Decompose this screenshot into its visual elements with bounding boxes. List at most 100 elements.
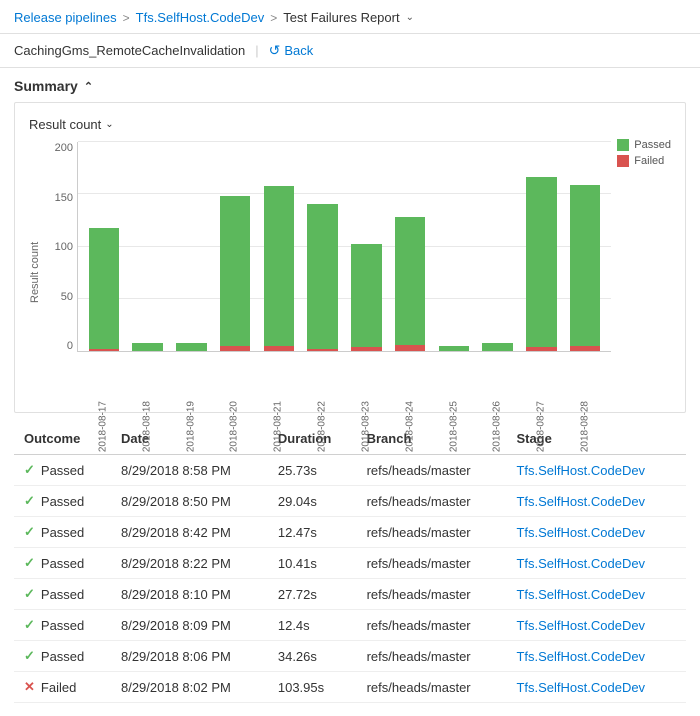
breadcrumb-sep2: > xyxy=(270,11,277,25)
stage-link[interactable]: Tfs.SelfHost.CodeDev xyxy=(516,556,645,571)
x-label-2018-08-22: 2018-08-22 xyxy=(300,401,344,452)
cell-stage[interactable]: Tfs.SelfHost.CodeDev xyxy=(506,486,686,517)
cell-branch: refs/heads/master xyxy=(357,517,507,548)
table-row[interactable]: ✕Failed8/29/2018 8:02 PM103.95srefs/head… xyxy=(14,672,686,703)
cell-outcome: ✓Passed xyxy=(14,486,111,517)
cell-stage[interactable]: Tfs.SelfHost.CodeDev xyxy=(506,548,686,579)
bar-group-2018-08-26[interactable] xyxy=(476,343,520,351)
outcome-label: Passed xyxy=(41,649,84,664)
stage-link[interactable]: Tfs.SelfHost.CodeDev xyxy=(516,649,645,664)
stage-link[interactable]: Tfs.SelfHost.CodeDev xyxy=(516,618,645,633)
stage-link[interactable]: Tfs.SelfHost.CodeDev xyxy=(516,463,645,478)
subheader: CachingGms_RemoteCacheInvalidation | ↺ B… xyxy=(0,34,700,68)
cell-branch: refs/heads/master xyxy=(357,641,507,672)
back-button[interactable]: ↺ Back xyxy=(269,42,314,59)
x-label-2018-08-24: 2018-08-24 xyxy=(388,401,432,452)
check-icon: ✓ xyxy=(24,648,35,664)
cell-stage[interactable]: Tfs.SelfHost.CodeDev xyxy=(506,455,686,486)
summary-title[interactable]: Summary ⌃ xyxy=(14,78,686,94)
cell-duration: 12.4s xyxy=(268,610,357,641)
cell-branch: refs/heads/master xyxy=(357,486,507,517)
table-row[interactable]: ✓Passed8/29/2018 8:58 PM25.73srefs/heads… xyxy=(14,455,686,486)
y-tick-0: 0 xyxy=(47,340,77,352)
cell-outcome: ✓ Passed xyxy=(14,517,111,548)
y-tick-50: 50 xyxy=(47,291,77,303)
y-tick-150: 150 xyxy=(47,192,77,204)
chevron-down-icon[interactable]: ⌄ xyxy=(406,12,414,23)
outcome-label: Passed xyxy=(41,463,84,478)
bar-passed-2018-08-28 xyxy=(570,185,601,346)
cell-duration: 25.73s xyxy=(268,455,357,486)
x-label-2018-08-20: 2018-08-20 xyxy=(212,401,256,452)
cell-stage[interactable]: Tfs.SelfHost.CodeDev xyxy=(506,610,686,641)
table-row[interactable]: ✓Passed8/29/2018 8:50 PM29.04srefs/heads… xyxy=(14,486,686,517)
bar-group-2018-08-18[interactable] xyxy=(126,343,170,351)
cell-stage[interactable]: Tfs.SelfHost.CodeDev xyxy=(506,517,686,548)
table-row[interactable]: ✓Passed8/29/2018 8:09 PM12.4srefs/heads/… xyxy=(14,610,686,641)
x-label-2018-08-27: 2018-08-27 xyxy=(519,401,563,452)
cell-date: 8/29/2018 8:22 PM xyxy=(111,548,268,579)
outcome-label: Passed xyxy=(41,618,84,633)
x-labels: 2018-08-172018-08-182018-08-192018-08-20… xyxy=(77,401,611,452)
bar-group-2018-08-22[interactable] xyxy=(301,204,345,351)
cell-stage[interactable]: Tfs.SelfHost.CodeDev xyxy=(506,672,686,703)
bar-group-2018-08-17[interactable] xyxy=(82,228,126,351)
chart-container: Result count ⌄ Passed Failed Result coun… xyxy=(14,102,686,413)
stage-link[interactable]: Tfs.SelfHost.CodeDev xyxy=(516,680,645,695)
table-row[interactable]: ✓Passed8/29/2018 8:42 PM12.47srefs/heads… xyxy=(14,517,686,548)
breadcrumb-codedev[interactable]: Tfs.SelfHost.CodeDev xyxy=(136,10,265,25)
x-label-2018-08-21: 2018-08-21 xyxy=(256,401,300,452)
bar-group-2018-08-21[interactable] xyxy=(257,186,301,351)
x-label-2018-08-25: 2018-08-25 xyxy=(432,401,476,452)
bar-group-2018-08-23[interactable] xyxy=(345,244,389,351)
outcome-label: Passed xyxy=(41,525,84,540)
outcome-label: Passed xyxy=(41,494,84,509)
bar-group-2018-08-20[interactable] xyxy=(213,196,257,351)
cell-date: 8/29/2018 8:02 PM xyxy=(111,672,268,703)
table-row[interactable]: ✓Passed8/29/2018 8:06 PM34.26srefs/heads… xyxy=(14,641,686,672)
bar-group-2018-08-19[interactable] xyxy=(170,343,214,351)
bar-group-2018-08-28[interactable] xyxy=(563,185,607,351)
bar-group-2018-08-25[interactable] xyxy=(432,346,476,351)
collapse-icon: ⌃ xyxy=(84,80,93,93)
bars-row xyxy=(78,142,611,351)
stage-link[interactable]: Tfs.SelfHost.CodeDev xyxy=(516,587,645,602)
y-tick-200: 200 xyxy=(47,142,77,154)
outcome-label: Passed xyxy=(41,556,84,571)
bar-failed-2018-08-28 xyxy=(570,346,601,351)
chart-title[interactable]: Result count ⌄ xyxy=(29,117,671,132)
cell-stage[interactable]: Tfs.SelfHost.CodeDev xyxy=(506,579,686,610)
cell-stage[interactable]: Tfs.SelfHost.CodeDev xyxy=(506,641,686,672)
bar-failed-2018-08-21 xyxy=(264,346,295,351)
stage-link[interactable]: Tfs.SelfHost.CodeDev xyxy=(516,494,645,509)
cell-duration: 29.04s xyxy=(268,486,357,517)
check-icon: ✓ xyxy=(24,617,35,633)
bar-passed-2018-08-17 xyxy=(89,228,120,349)
cell-date: 8/29/2018 8:50 PM xyxy=(111,486,268,517)
check-icon: ✓ xyxy=(24,524,35,540)
x-icon: ✕ xyxy=(24,679,35,695)
cell-date: 8/29/2018 8:09 PM xyxy=(111,610,268,641)
bar-passed-2018-08-25 xyxy=(439,346,470,351)
bar-group-2018-08-27[interactable] xyxy=(520,177,564,351)
cell-branch: refs/heads/master xyxy=(357,672,507,703)
bar-passed-2018-08-23 xyxy=(351,244,382,347)
breadcrumb-pipelines[interactable]: Release pipelines xyxy=(14,10,117,25)
cell-outcome: ✓ Passed xyxy=(14,610,111,641)
bar-failed-2018-08-27 xyxy=(526,347,557,351)
chart-title-label: Result count xyxy=(29,117,101,132)
x-label-2018-08-28: 2018-08-28 xyxy=(563,401,607,452)
back-icon: ↺ xyxy=(269,42,281,59)
cell-duration: 103.95s xyxy=(268,672,357,703)
table-row[interactable]: ✓Passed8/29/2018 8:22 PM10.41srefs/heads… xyxy=(14,548,686,579)
x-label-2018-08-26: 2018-08-26 xyxy=(475,401,519,452)
stage-link[interactable]: Tfs.SelfHost.CodeDev xyxy=(516,525,645,540)
table-row[interactable]: ✓Passed8/29/2018 8:10 PM27.72srefs/heads… xyxy=(14,579,686,610)
cell-outcome: ✓Passed xyxy=(14,548,111,579)
chart-dropdown-icon: ⌄ xyxy=(105,119,113,130)
check-icon: ✓ xyxy=(24,586,35,602)
bar-failed-2018-08-20 xyxy=(220,346,251,351)
back-label: Back xyxy=(284,43,313,58)
bar-passed-2018-08-27 xyxy=(526,177,557,347)
bar-group-2018-08-24[interactable] xyxy=(388,217,432,351)
